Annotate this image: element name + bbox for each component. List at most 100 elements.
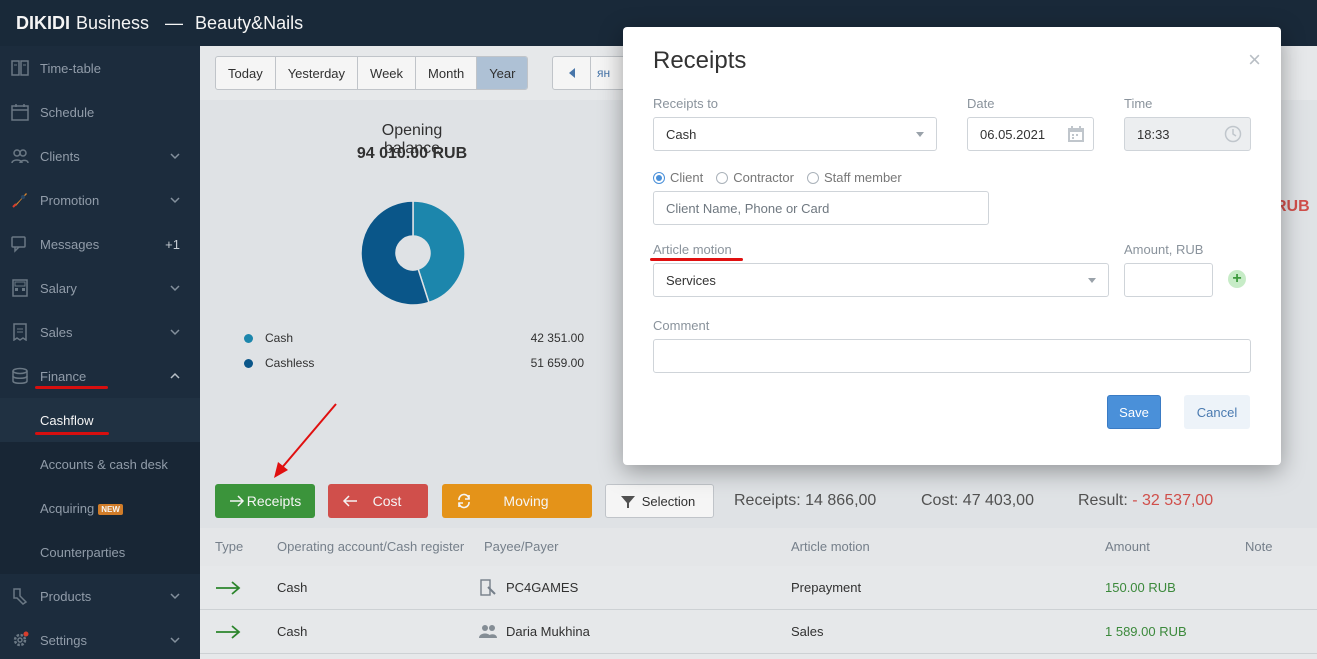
moving-button-label: Moving — [503, 493, 549, 509]
col-type[interactable]: Type — [215, 539, 243, 554]
sidebar-subitem-counterparties[interactable]: Counterparties — [0, 530, 200, 574]
chevron-up-icon — [170, 372, 180, 379]
sidebar-item-messages[interactable]: Messages +1 — [0, 222, 200, 266]
table-row[interactable]: Cash Daria Mukhina Sales 1 589.00 RUB — [200, 610, 1317, 654]
moving-button[interactable]: Moving — [442, 484, 592, 518]
amount-label: Amount, RUB — [1124, 242, 1204, 257]
radio-contractor-indicator[interactable] — [716, 171, 729, 184]
row-account: Cash — [277, 624, 308, 639]
messages-count-badge: +1 — [165, 236, 180, 252]
prev-period-button[interactable] — [553, 57, 591, 89]
client-icon — [479, 625, 497, 638]
sidebar-item-salary[interactable]: Salary — [0, 266, 200, 310]
messages-icon — [10, 234, 30, 254]
sidebar-item-label: Salary — [40, 280, 77, 296]
caret-down-icon — [916, 132, 924, 137]
sidebar-item-promotion[interactable]: Promotion — [0, 178, 200, 222]
sidebar-item-label: Promotion — [40, 192, 100, 208]
sidebar-item-label: Products — [40, 588, 92, 604]
radio-contractor-label: Contractor — [733, 170, 794, 185]
sidebar-subitem-accounts[interactable]: Accounts & cash desk — [0, 442, 200, 486]
coins-icon — [10, 366, 30, 386]
annotation-arrow-icon — [274, 403, 337, 478]
radio-client-label: Client — [670, 170, 704, 185]
date-range-text[interactable]: ян — [591, 66, 610, 80]
period-yesterday-button[interactable]: Yesterday — [276, 57, 359, 89]
sidebar-item-label: Messages — [40, 236, 100, 252]
plus-icon: + — [1232, 270, 1242, 287]
col-account[interactable]: Operating account/Cash register — [277, 539, 464, 554]
sidebar-subitem-label: Cashflow — [40, 412, 94, 428]
result-label: Result: — [1078, 492, 1128, 509]
sidebar-item-clients[interactable]: Clients — [0, 134, 200, 178]
col-article[interactable]: Article motion — [791, 539, 870, 554]
contractor-icon — [480, 579, 496, 596]
add-item-button[interactable]: + — [1228, 270, 1246, 288]
sidebar-item-label: Schedule — [40, 104, 95, 120]
caret-left-icon — [568, 68, 575, 78]
date-value: 06.05.2021 — [980, 126, 1046, 142]
row-amount: 1 589.00 RUB — [1105, 624, 1187, 639]
period-week-button[interactable]: Week — [358, 57, 417, 89]
cancel-button[interactable]: Cancel — [1184, 395, 1250, 429]
receipts-button[interactable]: Receipts — [215, 484, 315, 518]
selection-filter-button[interactable]: Selection — [605, 484, 714, 518]
row-amount: 150.00 RUB — [1105, 580, 1176, 595]
period-today-button[interactable]: Today — [216, 57, 276, 89]
new-badge: NEW — [98, 503, 123, 515]
sidebar-item-sales[interactable]: Sales — [0, 310, 200, 354]
radio-client[interactable]: Client — [653, 170, 703, 185]
gear-icon — [10, 630, 30, 650]
radio-staff-indicator[interactable] — [806, 171, 819, 184]
col-note[interactable]: Note — [1245, 539, 1272, 554]
action-bar: Receipts Cost Moving Selection Receipts:… — [200, 472, 1317, 528]
date-label: Date — [967, 96, 995, 111]
close-icon[interactable]: × — [1248, 49, 1261, 71]
sidebar-subitem-label: Acquiring NEW — [40, 501, 123, 516]
article-motion-select[interactable]: Services — [653, 263, 1109, 297]
result-value: - 32 537,00 — [1132, 492, 1214, 509]
title-separator: — — [165, 12, 184, 33]
income-arrow-icon — [216, 625, 241, 639]
sidebar-item-products[interactable]: Products — [0, 574, 200, 618]
sidebar-item-time-table[interactable]: Time-table — [0, 46, 200, 90]
radio-contractor[interactable]: Contractor — [716, 170, 794, 185]
row-payee: PC4GAMES — [506, 580, 579, 595]
legend-cash: Cash 42 351.00 — [244, 328, 584, 348]
chevron-down-icon — [170, 153, 180, 160]
article-motion-value: Services — [666, 272, 716, 288]
calendar-icon[interactable] — [1067, 125, 1085, 143]
brand-subtitle[interactable]: Business — [76, 13, 149, 34]
comment-label: Comment — [653, 318, 710, 333]
date-input[interactable]: 06.05.2021 — [967, 117, 1094, 151]
receipts-to-select[interactable]: Cash — [653, 117, 937, 151]
table-row[interactable]: Cash PC4GAMES Prepayment 150.00 RUB — [200, 566, 1317, 610]
timetable-icon — [10, 58, 30, 78]
col-amount[interactable]: Amount — [1105, 539, 1150, 554]
sidebar-item-finance[interactable]: Finance — [0, 354, 200, 398]
client-search-input[interactable]: Client Name, Phone or Card — [653, 191, 989, 225]
sidebar-subitem-cashflow[interactable]: Cashflow — [0, 398, 200, 442]
sidebar-item-schedule[interactable]: Schedule — [0, 90, 200, 134]
amount-input[interactable] — [1124, 263, 1213, 297]
comment-input[interactable] — [653, 339, 1251, 373]
company-name[interactable]: Beauty&Nails — [195, 13, 303, 34]
col-payee[interactable]: Payee/Payer — [484, 539, 558, 554]
cost-button[interactable]: Cost — [328, 484, 428, 518]
sidebar-item-settings[interactable]: Settings — [0, 618, 200, 659]
legend-value: 42 351.00 — [530, 331, 584, 345]
radio-staff-member[interactable]: Staff member — [806, 170, 902, 185]
save-button[interactable]: Save — [1107, 395, 1161, 429]
calendar-icon — [10, 102, 30, 122]
receipts-dialog: Receipts × Receipts to Cash Date 06.05.2… — [623, 27, 1281, 465]
period-year-button[interactable]: Year — [477, 57, 528, 89]
period-month-button[interactable]: Month — [416, 57, 478, 89]
products-icon — [10, 586, 30, 606]
radio-client-indicator[interactable] — [653, 171, 665, 184]
sidebar-item-label: Clients — [40, 148, 80, 164]
cost-button-label: Cost — [372, 493, 402, 509]
sidebar-subitem-acquiring[interactable]: Acquiring NEW — [0, 486, 200, 530]
row-account: Cash — [277, 580, 308, 595]
brand-name[interactable]: DIKIDI — [16, 13, 70, 34]
opening-balance-donut-chart — [360, 200, 466, 306]
